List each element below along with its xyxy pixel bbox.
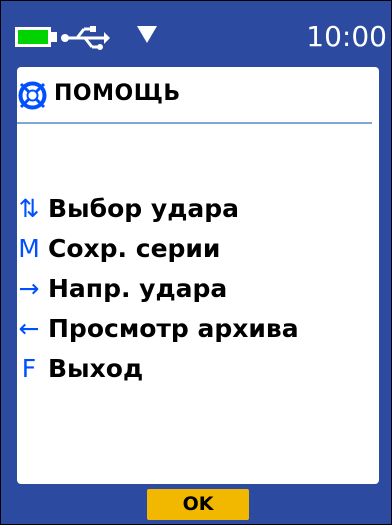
status-time: 10:00	[306, 20, 387, 53]
down-triangle-icon	[137, 26, 157, 43]
help-item-label: Просмотр архива	[48, 314, 299, 343]
key-m: M	[18, 234, 40, 263]
help-item-select-hit: ⇅ Выбор удара	[17, 189, 379, 229]
help-item-label: Сохр. серии	[48, 234, 221, 263]
up-down-arrows-icon: ⇅	[18, 194, 40, 223]
help-item-label: Выбор удара	[48, 194, 240, 223]
left-arrow-icon: ←	[18, 314, 40, 343]
page-title: ПОМОЩЬ	[54, 81, 181, 106]
lifebuoy-icon	[18, 81, 47, 110]
help-item-exit: F Выход	[17, 349, 379, 389]
battery-full-icon	[15, 27, 51, 47]
key-f: F	[21, 354, 37, 383]
battery-tip	[51, 32, 57, 42]
help-item-hit-direction: → Напр. удара	[17, 269, 379, 309]
help-item-archive: ← Просмотр архива	[17, 309, 379, 349]
title-divider	[17, 122, 372, 124]
help-header: ПОМОЩЬ	[17, 75, 377, 124]
help-item-save-series: M Сохр. серии	[17, 229, 379, 269]
help-panel: ПОМОЩЬ ⇅ Выбор удара M Сохр. серии → Напр. …	[17, 67, 379, 484]
ok-button[interactable]: OK	[147, 489, 249, 520]
softkey-bar: OK	[1, 484, 391, 524]
help-item-label: Напр. удара	[48, 274, 228, 303]
usb-icon	[61, 26, 110, 50]
right-arrow-icon: →	[18, 274, 40, 303]
key-help-list: ⇅ Выбор удара M Сохр. серии → Напр. удара ←…	[17, 189, 379, 389]
help-item-label: Выход	[48, 354, 144, 383]
status-bar: 10:00	[1, 1, 391, 69]
device-screen: 10:00 ПОМОЩЬ ⇅ Выбор удара M Сохр. серии →…	[0, 0, 392, 525]
